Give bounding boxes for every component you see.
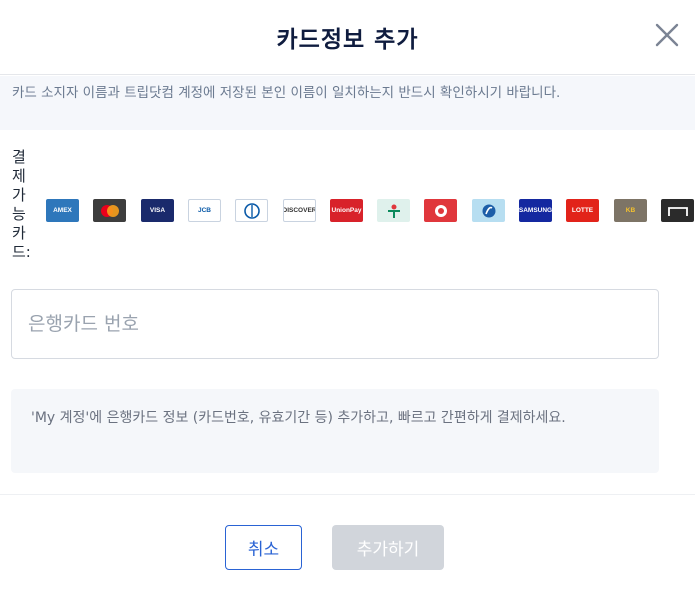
card-logo-amex-icon: AMEX (46, 199, 79, 222)
card-number-field[interactable] (11, 289, 659, 359)
close-icon[interactable] (652, 20, 682, 50)
card-logo-lotte-icon: LOTTE (566, 199, 599, 222)
card-logo-unionpay-icon: UnionPay (330, 199, 363, 222)
accepted-cards-label: 결제가능카드: (12, 148, 31, 261)
dialog-header: 카드정보 추가 (0, 0, 695, 75)
card-logo-hyundai-icon (661, 199, 694, 222)
card-logo-diners-icon (235, 199, 268, 222)
card-number-input[interactable] (12, 290, 658, 358)
accepted-cards: 결제가능카드: AMEX VISA JCB DISCOVER UnionPay SAMSU… (0, 148, 695, 273)
my-account-info: 'My 계정'에 은행카드 정보 (카드번호, 유효기간 등) 추가하고, 빠르… (11, 389, 659, 473)
card-logo-shinhan-icon (472, 199, 505, 222)
footer-divider (0, 494, 695, 495)
add-card-button[interactable]: 추가하기 (332, 525, 444, 570)
card-logo-mastercard-icon (93, 199, 126, 222)
card-logo-jcb-icon: JCB (188, 199, 221, 222)
card-logo-discover-icon: DISCOVER (283, 199, 316, 222)
cancel-button[interactable]: 취소 (225, 525, 302, 570)
card-logo-list: AMEX VISA JCB DISCOVER UnionPay SAMSUNG LOTTE K… (46, 199, 695, 222)
card-logo-bc-card-icon (424, 199, 457, 222)
card-logo-samsung-icon: SAMSUNG (519, 199, 552, 222)
name-match-notice: 카드 소지자 이름과 트립닷컴 계정에 저장된 본인 이름이 일치하는지 반드시… (0, 76, 695, 130)
dialog-title: 카드정보 추가 (276, 27, 419, 53)
card-logo-visa-icon: VISA (141, 199, 174, 222)
card-logo-kb-kookmin-icon: KB (614, 199, 647, 222)
card-logo-kb-card-icon (377, 199, 410, 222)
